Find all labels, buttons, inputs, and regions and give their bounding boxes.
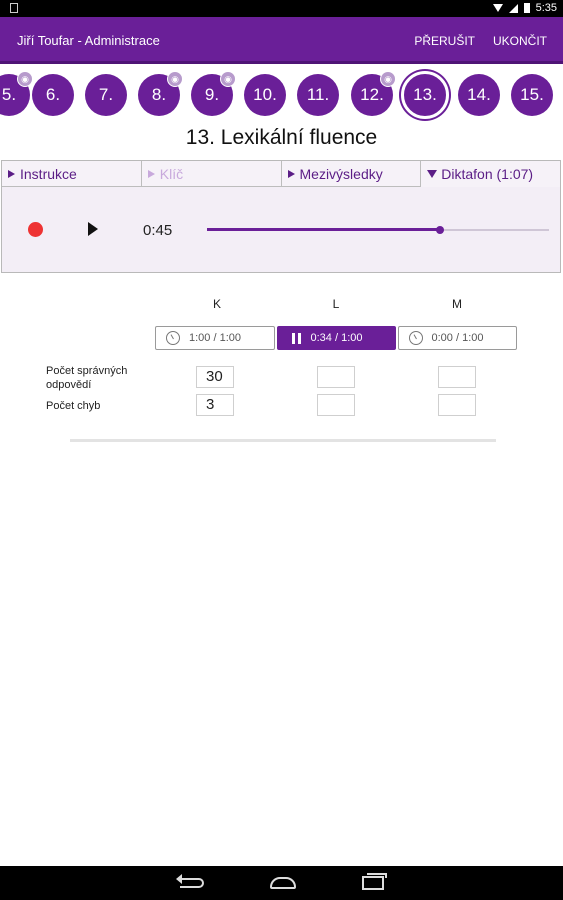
question-12-button[interactable]: 12. ◉ <box>351 71 396 116</box>
question-6-button[interactable]: 6. <box>32 74 74 116</box>
tab-label: Mezivýsledky <box>299 165 383 182</box>
question-number: 10. <box>253 85 277 104</box>
question-11-button[interactable]: 11. <box>297 74 339 116</box>
play-button[interactable] <box>88 222 98 236</box>
pause-icon <box>292 333 302 344</box>
audio-player: 0:45 <box>2 188 560 273</box>
audio-icon: ◉ <box>220 71 236 87</box>
question-15-button[interactable]: 15. <box>511 74 553 116</box>
question-7-button[interactable]: 7. <box>85 74 127 116</box>
collapse-arrow-icon <box>427 170 438 178</box>
expand-arrow-icon <box>147 169 155 178</box>
expand-arrow-icon <box>287 169 295 178</box>
signal-icon <box>508 3 518 13</box>
question-9-button[interactable]: 9. ◉ <box>191 71 236 116</box>
row-label-correct: Počet správných odpovědí <box>46 365 128 391</box>
correct-m-input[interactable] <box>438 366 476 388</box>
errors-l-input[interactable] <box>317 394 355 416</box>
timer-l[interactable]: 0:34 / 1:00 <box>277 326 396 350</box>
row-label-errors: Počet chyb <box>46 400 101 412</box>
wifi-icon <box>492 4 503 12</box>
notification-icon <box>10 3 18 13</box>
question-nav: 5. ◉ 6. 7. 8. ◉ 9. ◉ 10. 11. 12. ◉ 13. 14. 15. <box>0 70 563 122</box>
timer-label: 0:34 / 1:00 <box>310 332 363 344</box>
recorder-panel: Instrukce Klíč Mezivýsledky Diktafon (1:… <box>1 160 561 273</box>
timer-m[interactable]: 0:00 / 1:00 <box>398 326 517 350</box>
clock-time: 5:35 <box>535 2 557 14</box>
correct-l-input[interactable] <box>317 366 355 388</box>
home-icon[interactable] <box>270 877 296 889</box>
question-10-button[interactable]: 10. <box>244 74 286 116</box>
question-number: 8. <box>151 85 167 104</box>
column-header-m: M <box>452 297 462 311</box>
timer-icon <box>409 331 423 345</box>
correct-k-input[interactable]: 30 <box>196 366 234 388</box>
back-icon[interactable] <box>176 874 204 888</box>
expand-arrow-icon <box>8 169 15 178</box>
slider-thumb[interactable] <box>435 226 444 234</box>
app-bar: Jiří Toufar - Administrace PŘERUŠIT UKON… <box>0 17 563 64</box>
question-number: 7. <box>98 85 114 104</box>
question-number: 14. <box>467 85 491 104</box>
question-13-button[interactable]: 13. <box>401 71 449 119</box>
system-nav-bar <box>0 866 563 900</box>
question-number: 9. <box>204 85 220 104</box>
audio-icon: ◉ <box>17 71 33 87</box>
tab-dictaphone[interactable]: Diktafon (1:07) <box>421 161 560 187</box>
question-number: 11. <box>306 85 330 104</box>
app-title: Jiří Toufar - Administrace <box>17 33 160 48</box>
column-header-k: K <box>212 297 221 311</box>
question-8-button[interactable]: 8. ◉ <box>138 71 183 116</box>
battery-icon <box>523 3 530 13</box>
timer-label: 1:00 / 1:00 <box>189 332 241 344</box>
question-5-button[interactable]: 5. ◉ <box>0 71 33 116</box>
tab-key[interactable]: Klíč <box>141 161 282 187</box>
audio-icon: ◉ <box>380 71 396 87</box>
recent-apps-icon[interactable] <box>362 873 387 890</box>
column-header-l: L <box>332 297 340 311</box>
page-title: 13. Lexikální fluence <box>185 126 378 149</box>
record-button[interactable] <box>28 222 43 237</box>
tab-intermediate-results[interactable]: Mezivýsledky <box>281 161 422 187</box>
tab-label: Instrukce <box>20 165 77 182</box>
audio-icon: ◉ <box>167 71 183 87</box>
tab-label: Klíč <box>159 165 184 182</box>
question-number: 5. <box>1 85 17 104</box>
question-number: 13. <box>413 85 437 104</box>
timer-icon <box>166 331 180 345</box>
question-number: 15. <box>520 85 544 104</box>
errors-m-input[interactable] <box>438 394 476 416</box>
playback-slider[interactable] <box>207 226 549 234</box>
tab-instructions[interactable]: Instrukce <box>2 161 142 187</box>
playback-time: 0:45 <box>143 222 173 239</box>
question-number: 12. <box>360 85 384 104</box>
divider <box>70 439 496 442</box>
playback-progress <box>207 228 440 231</box>
question-14-button[interactable]: 14. <box>458 74 500 116</box>
question-number: 6. <box>45 85 61 104</box>
tab-label: Diktafon (1:07) <box>441 166 534 182</box>
finish-button[interactable]: UKONČIT <box>493 34 547 48</box>
status-bar: 5:35 <box>0 0 563 17</box>
errors-k-input[interactable]: 3 <box>196 394 234 416</box>
timer-k[interactable]: 1:00 / 1:00 <box>155 326 275 350</box>
interrupt-button[interactable]: PŘERUŠIT <box>414 34 475 48</box>
timer-label: 0:00 / 1:00 <box>431 332 484 344</box>
